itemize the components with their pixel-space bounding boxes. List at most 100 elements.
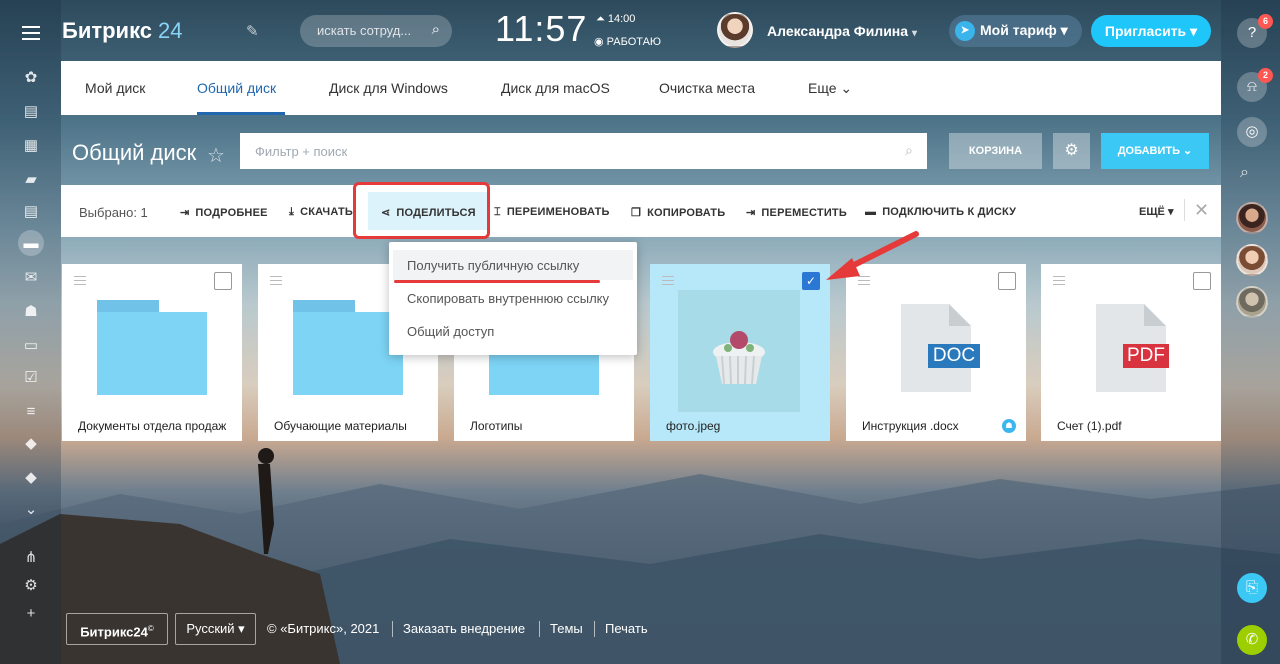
activity-stream-icon[interactable]: ✿	[18, 64, 44, 90]
divider	[539, 621, 540, 637]
divider	[1184, 199, 1185, 221]
menu-item-sharing[interactable]: Общий доступ	[407, 324, 494, 339]
box-icon[interactable]: ◆	[18, 464, 44, 490]
tab-drive-macos[interactable]: Диск для macOS	[501, 80, 610, 96]
menu-item-internal-link[interactable]: Скопировать внутреннюю ссылку	[407, 291, 609, 306]
file-card[interactable]: ✓ фото.jpeg	[650, 264, 830, 441]
drag-handle-icon[interactable]	[1053, 276, 1065, 288]
tab-more[interactable]: Еще ⌄	[808, 80, 852, 97]
avatar[interactable]	[1236, 286, 1268, 318]
themes-link[interactable]: Темы	[550, 621, 583, 636]
annotation-arrow-icon	[826, 231, 919, 280]
pdf-file-icon: PDF	[1096, 304, 1169, 392]
file-card[interactable]: Документы отдела продаж	[62, 264, 242, 441]
file-name: Инструкция .docx	[862, 419, 959, 433]
order-implementation-link[interactable]: Заказать внедрение	[403, 621, 525, 636]
language-select[interactable]: Русский ▾	[175, 613, 256, 645]
folder-icon	[97, 300, 207, 395]
drag-handle-icon[interactable]	[662, 276, 674, 288]
file-name: Обучающие материалы	[274, 419, 407, 433]
edit-pencil-icon[interactable]: ✎	[246, 22, 259, 40]
rocket-icon: ➤	[955, 21, 975, 41]
checklist-icon[interactable]: ☑	[18, 364, 44, 390]
user-name[interactable]: Александра Филина ▾	[767, 23, 917, 39]
star-icon[interactable]: ☆	[207, 143, 225, 168]
drag-handle-icon[interactable]	[74, 276, 86, 288]
page-title: Общий диск	[72, 140, 197, 165]
cupcake-icon	[713, 331, 765, 385]
footer-brand[interactable]: Битрикс24©	[66, 613, 168, 645]
tab-cleanup[interactable]: Очистка места	[659, 80, 755, 96]
rename-button[interactable]: ⌶ ПЕРЕИМЕНОВАТЬ	[494, 206, 610, 219]
drive-icon: ▬	[865, 206, 877, 218]
search-icon: ⌕	[431, 21, 440, 38]
search-icon[interactable]: ⌕	[1240, 164, 1249, 182]
drag-handle-icon[interactable]	[270, 276, 282, 288]
tab-my-drive[interactable]: Мой диск	[85, 80, 145, 96]
mail-icon[interactable]: ✉	[18, 264, 44, 290]
add-button[interactable]: ДОБАВИТЬ ⌄	[1101, 133, 1209, 169]
copy-call-icon[interactable]: ⎘	[1237, 573, 1267, 603]
download-button[interactable]: ⤓ СКАЧАТЬ	[289, 206, 353, 219]
avatar[interactable]	[1236, 202, 1268, 234]
share-highlight-frame	[353, 182, 490, 239]
more-actions-button[interactable]: ЕЩЁ ▾	[1139, 205, 1173, 218]
notifications-badge: 2	[1258, 68, 1273, 83]
avatar[interactable]	[1236, 244, 1268, 276]
employees-icon[interactable]: ☗	[18, 298, 44, 324]
calendar-icon[interactable]: ▦	[18, 132, 44, 158]
checkbox-checked[interactable]: ✓	[802, 272, 820, 290]
active-tab-indicator	[197, 112, 285, 115]
copy-button[interactable]: ❐ КОПИРОВАТЬ	[631, 206, 725, 219]
file-type-label: PDF	[1123, 344, 1169, 368]
tasks-icon[interactable]: ▤	[18, 98, 44, 124]
menu-icon[interactable]	[22, 26, 40, 44]
work-status[interactable]: ◉ РАБОТАЮ	[594, 35, 661, 48]
tab-shared-drive[interactable]: Общий диск	[197, 80, 276, 96]
add-icon[interactable]: +	[18, 600, 44, 626]
move-button[interactable]: ⇥ ПЕРЕМЕСТИТЬ	[746, 206, 847, 219]
download-icon: ⤓	[289, 206, 295, 218]
trash-button[interactable]: КОРЗИНА	[949, 133, 1042, 169]
settings-icon[interactable]: ⚙	[18, 572, 44, 598]
details-button[interactable]: ⇥ ПОДРОБНЕЕ	[180, 206, 268, 219]
documents-icon[interactable]: ▤	[18, 198, 44, 224]
checkbox[interactable]	[214, 272, 232, 290]
checkbox[interactable]	[998, 272, 1016, 290]
employee-search-input[interactable]: искать сотруд... ⌕	[300, 15, 452, 47]
file-name: Логотипы	[470, 419, 523, 433]
more-down-icon[interactable]: ⌄	[18, 496, 44, 522]
file-card[interactable]: DOC Инструкция .docx ☗	[846, 264, 1026, 441]
move-icon: ⇥	[746, 207, 756, 219]
filter-search-input[interactable]: Фильтр + поиск ⌕	[240, 133, 927, 169]
logo[interactable]: Битрикс 24	[62, 18, 183, 44]
sites-icon[interactable]: ▭	[18, 332, 44, 358]
tariff-button[interactable]: ➤ Мой тариф ▾	[949, 15, 1082, 47]
folder-icon	[293, 300, 403, 395]
annotation-underline	[394, 280, 600, 283]
cube-icon[interactable]: ◆	[18, 430, 44, 456]
file-name: фото.jpeg	[666, 419, 721, 433]
clock[interactable]: 11:57	[495, 8, 587, 50]
chat-icon[interactable]: ▰	[18, 166, 44, 192]
print-link[interactable]: Печать	[605, 621, 648, 636]
copyright: © «Битрикс», 2021	[267, 621, 380, 636]
invite-button[interactable]: Пригласить ▾	[1091, 15, 1211, 47]
messenger-icon[interactable]: ◎	[1237, 117, 1267, 147]
file-card[interactable]: PDF Счет (1).pdf	[1041, 264, 1221, 441]
tab-drive-windows[interactable]: Диск для Windows	[329, 80, 448, 96]
connect-drive-button[interactable]: ▬ ПОДКЛЮЧИТЬ К ДИСКУ	[865, 206, 1016, 218]
menu-item-public-link[interactable]: Получить публичную ссылку	[407, 258, 579, 273]
selected-count: Выбрано: 1	[79, 205, 148, 220]
alarm-time: ⏶ 14:00	[596, 13, 636, 25]
filter-funnel-icon[interactable]: ≡	[18, 398, 44, 424]
close-icon[interactable]: ✕	[1194, 200, 1209, 221]
checkbox[interactable]	[1193, 272, 1211, 290]
drive-icon[interactable]: ▬	[18, 230, 44, 256]
gear-icon[interactable]: ⚙	[1053, 133, 1090, 169]
structure-icon[interactable]: ⋔	[18, 544, 44, 570]
doc-file-icon: DOC	[901, 304, 980, 392]
avatar[interactable]	[717, 12, 753, 48]
phone-icon[interactable]: ✆	[1237, 625, 1267, 655]
shared-icon: ☗	[1002, 419, 1016, 433]
